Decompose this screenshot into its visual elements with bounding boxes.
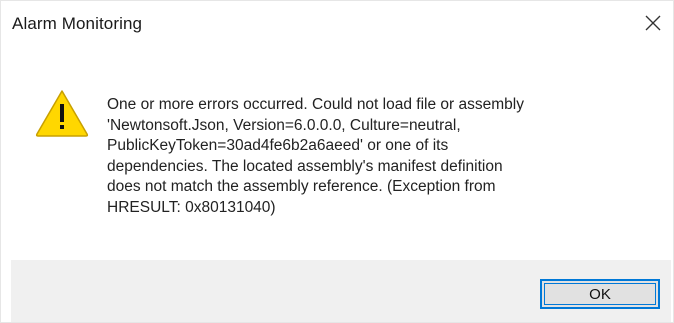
close-icon <box>645 15 661 31</box>
title-bar[interactable]: Alarm Monitoring <box>1 1 673 49</box>
close-button[interactable] <box>635 5 671 41</box>
button-bar: OK <box>11 260 671 322</box>
message-area: One or more errors occurred. Could not l… <box>1 49 673 259</box>
ok-button-label: OK <box>589 285 611 303</box>
window-title: Alarm Monitoring <box>12 14 143 33</box>
error-dialog: Alarm Monitoring One or more errors occu… <box>0 0 674 323</box>
ok-button[interactable]: OK <box>540 279 660 309</box>
warning-icon <box>35 90 89 137</box>
error-message: One or more errors occurred. Could not l… <box>107 96 524 216</box>
